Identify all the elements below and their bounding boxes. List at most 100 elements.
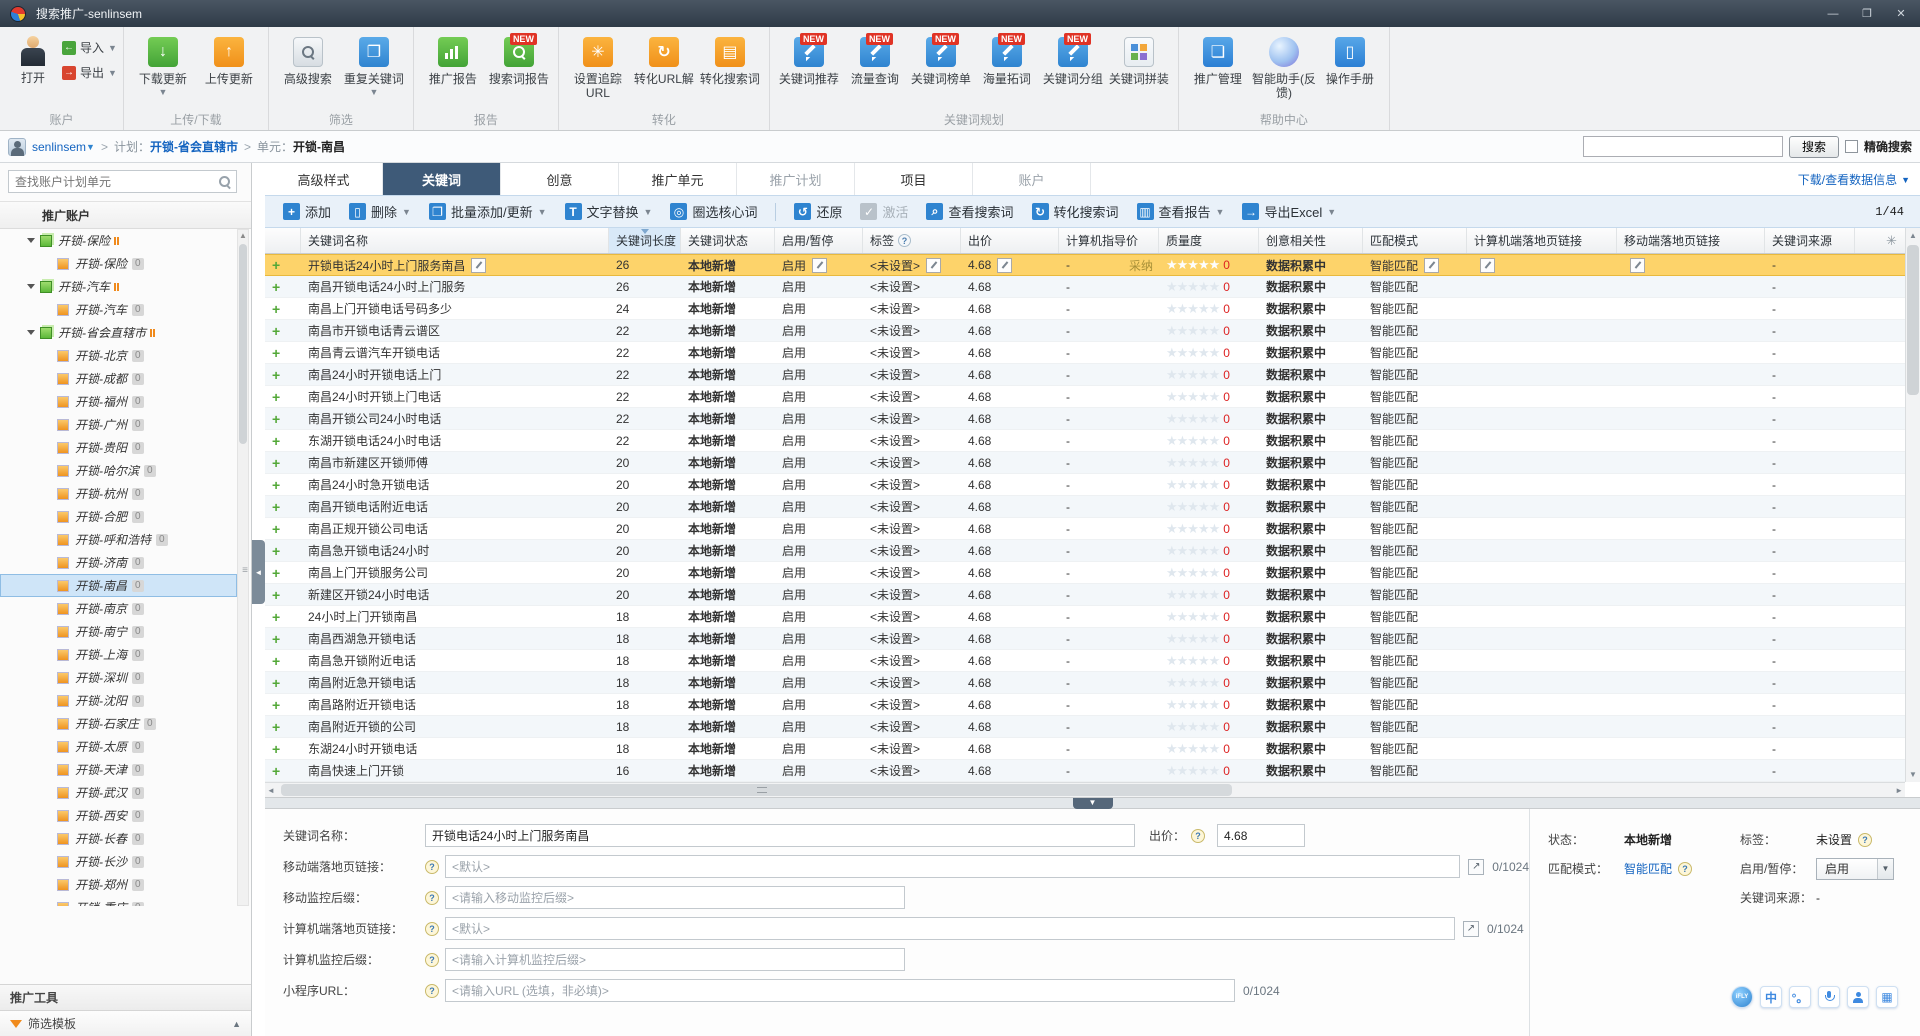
tree-unit-开锁-贵阳[interactable]: 开锁-贵阳 0 (0, 436, 237, 459)
help-icon[interactable]: ? (1191, 828, 1206, 843)
breadcrumb-account[interactable]: senlinsem (32, 140, 86, 154)
breadcrumb-plan[interactable]: 开锁-省会直辖市 (150, 138, 238, 155)
toolbar-button-查看报告[interactable]: ▥ 查看报告 ▼ (1129, 198, 1233, 225)
table-row[interactable]: +24小时上门开锁南昌 18 本地新增 启用 <未设置> 4.68 - ★★★★★ 0 数据积累中… (265, 606, 1905, 628)
table-row[interactable]: + 南昌正规开锁公司电话 20 本地新增 启用 <未设置> 4.68 - ★★★★★ 0 数据积累中… (265, 518, 1905, 540)
column-header-匹配模式[interactable]: 匹配模式 (1363, 228, 1467, 253)
add-keyword-icon[interactable]: + (272, 434, 280, 448)
table-row[interactable]: + 南昌附近开锁的公司 18 本地新增 启用 <未设置> 4.68 - ★★★★★ 0 数据积累中 智… (265, 716, 1905, 738)
column-header-创意相关性[interactable]: 创意相关性 (1259, 228, 1363, 253)
ribbon-button-关键词推荐[interactable]: NEW 关键词推荐 (776, 31, 842, 109)
table-row[interactable]: + 开锁电话24小时上门服务南昌 26 本地新增 启用 <未设置> 4.68- 采纳 ★★★★★… (265, 254, 1905, 276)
tree-unit-开锁-重庆[interactable]: 开锁-重庆 0 (0, 896, 237, 906)
tree-unit-开锁-南京[interactable]: 开锁-南京 0 (0, 597, 237, 620)
add-keyword-icon[interactable]: + (272, 632, 280, 646)
ribbon-button-设置追踪URL[interactable]: ✳ 设置追踪URL (565, 31, 631, 109)
tab-账户[interactable]: 账户 (973, 163, 1091, 195)
column-header-select[interactable] (265, 228, 301, 253)
ribbon-button-关键词拼装[interactable]: 关键词拼装 (1106, 31, 1172, 109)
add-keyword-icon[interactable]: + (272, 500, 280, 514)
tree-unit-开锁-南宁[interactable]: 开锁-南宁 0 (0, 620, 237, 643)
table-row[interactable]: + 南昌市开锁电话青云谱区 22 本地新增 启用 <未设置> 4.68 - ★★★★★ 0 数据积累… (265, 320, 1905, 342)
ribbon-button-操作手册[interactable]: ▯ 操作手册 (1317, 31, 1383, 109)
column-header-关键词状态[interactable]: 关键词状态 (681, 228, 775, 253)
column-header-标签[interactable]: 标签? (863, 228, 961, 253)
edit-bid-icon[interactable] (997, 257, 1013, 273)
toolbar-button-删除[interactable]: ▯ 删除 ▼ (341, 198, 419, 225)
help-icon[interactable]: ? (425, 952, 439, 967)
promotion-tools-bar[interactable]: 推广工具 (0, 984, 251, 1010)
scroll-left-icon[interactable]: ◄ (267, 786, 275, 795)
expand-arrow-icon[interactable] (27, 238, 35, 243)
expand-arrow-icon[interactable] (27, 330, 35, 335)
table-row[interactable]: + 南昌市新建区开锁师傅 20 本地新增 启用 <未设置> 4.68 - ★★★★★ 0 数据积累中… (265, 452, 1905, 474)
tree-unit-开锁-太原[interactable]: 开锁-太原 0 (0, 735, 237, 758)
column-header-质量度[interactable]: 质量度 (1159, 228, 1259, 253)
tab-关键词[interactable]: 关键词 (383, 163, 501, 195)
edit-pc-link-icon[interactable] (1480, 257, 1495, 273)
tree-campaign-开锁-汽车[interactable]: 开锁-汽车 (0, 275, 237, 298)
panel-splitter[interactable]: ▼ (265, 797, 1920, 809)
table-row[interactable]: + 东湖24小时开锁电话 18 本地新增 启用 <未设置> 4.68 - ★★★★★ 0 数据积累中… (265, 738, 1905, 760)
help-icon[interactable]: ? (1678, 861, 1693, 876)
scroll-thumb[interactable] (1907, 245, 1919, 395)
table-row[interactable]: + 南昌开锁电话24小时上门服务 26 本地新增 启用 <未设置> 4.68 - ★★★★★ 0 数… (265, 276, 1905, 298)
add-keyword-icon[interactable]: + (272, 258, 280, 272)
tree-unit-开锁-长沙[interactable]: 开锁-长沙 0 (0, 850, 237, 873)
table-row[interactable]: + 南昌开锁公司24小时电话 22 本地新增 启用 <未设置> 4.68 - ★★★★★ 0 数据积… (265, 408, 1905, 430)
tree-unit-开锁-哈尔滨[interactable]: 开锁-哈尔滨 0 (0, 459, 237, 482)
add-keyword-icon[interactable]: + (272, 610, 280, 624)
tree-unit-开锁-西安[interactable]: 开锁-西安 0 (0, 804, 237, 827)
tab-项目[interactable]: 项目 (855, 163, 973, 195)
bid-input[interactable] (1217, 824, 1306, 847)
column-settings-gear-icon[interactable]: ✳ (1878, 228, 1905, 253)
tree-unit-开锁-广州[interactable]: 开锁-广州 0 (0, 413, 237, 436)
open-link-icon[interactable]: ↗ (1468, 858, 1485, 875)
tree-unit-开锁-成都[interactable]: 开锁-成都 0 (0, 367, 237, 390)
help-icon[interactable]: ? (425, 921, 439, 936)
add-keyword-icon[interactable]: + (272, 368, 280, 382)
splitter-collapse-button[interactable]: ▼ (1072, 798, 1113, 809)
column-header-关键词名称[interactable]: 关键词名称 (301, 228, 609, 253)
form-input-计算机监控后缀[interactable] (445, 948, 905, 971)
table-horizontal-scrollbar[interactable]: ◄ ► (265, 782, 1905, 797)
ime-logo-icon[interactable]: iFLY (1731, 986, 1753, 1008)
table-row[interactable]: + 南昌24小时开锁上门电话 22 本地新增 启用 <未设置> 4.68 - ★★★★★ 0 数据积… (265, 386, 1905, 408)
tree-unit-开锁-沈阳[interactable]: 开锁-沈阳 0 (0, 689, 237, 712)
ribbon-button-智能助手(反馈)[interactable]: 智能助手(反馈) (1251, 31, 1317, 109)
help-icon[interactable]: ? (1858, 832, 1873, 847)
export-button[interactable]: → 导出 ▼ (62, 64, 117, 81)
column-header-启用/暂停[interactable]: 启用/暂停 (775, 228, 863, 253)
add-keyword-icon[interactable]: + (272, 390, 280, 404)
toolbar-button-文字替换[interactable]: T 文字替换 ▼ (557, 198, 661, 225)
toolbar-button-还原[interactable]: ↺ 还原 (786, 198, 850, 225)
table-row[interactable]: + 南昌上门开锁服务公司 20 本地新增 启用 <未设置> 4.68 - ★★★★★ 0 数据积累中… (265, 562, 1905, 584)
tree-unit-开锁-长春[interactable]: 开锁-长春 0 (0, 827, 237, 850)
edit-match-icon[interactable] (1424, 257, 1440, 273)
table-row[interactable]: + 南昌急开锁电话24小时 20 本地新增 启用 <未设置> 4.68 - ★★★★★ 0 数据积累… (265, 540, 1905, 562)
tab-推广单元[interactable]: 推广单元 (619, 163, 737, 195)
tree-unit-开锁-济南[interactable]: 开锁-济南 0 (0, 551, 237, 574)
sidebar-collapse-handle[interactable]: ◄ (252, 540, 265, 604)
table-row[interactable]: + 东湖开锁电话24小时电话 22 本地新增 启用 <未设置> 4.68 - ★★★★★ 0 数据积… (265, 430, 1905, 452)
add-keyword-icon[interactable]: + (272, 324, 280, 338)
global-search-input[interactable] (1582, 136, 1783, 157)
tree-resize-grip[interactable]: ≡ (242, 565, 248, 576)
form-input-移动监控后缀[interactable] (445, 886, 905, 909)
tree-unit-开锁-合肥[interactable]: 开锁-合肥 0 (0, 505, 237, 528)
tree-unit-开锁-南昌[interactable]: 开锁-南昌 0 (0, 574, 237, 597)
table-row[interactable]: + 南昌急开锁附近电话 18 本地新增 启用 <未设置> 4.68 - ★★★★★ 0 数据积累中 智… (265, 650, 1905, 672)
punctuation-icon[interactable]: °。 (1789, 986, 1811, 1008)
chinese-mode-icon[interactable]: 中 (1760, 986, 1782, 1008)
ribbon-button-搜索词报告[interactable]: NEW 搜索词报告 (486, 31, 552, 109)
tree-unit-开锁-石家庄[interactable]: 开锁-石家庄 0 (0, 712, 237, 735)
column-header-关键词长度[interactable]: 关键词长度 (609, 228, 681, 253)
ribbon-button-推广报告[interactable]: 推广报告 (420, 31, 486, 109)
column-header-计算机指导价[interactable]: 计算机指导价 (1059, 228, 1159, 253)
ribbon-button-流量查询[interactable]: NEW 流量查询 (842, 31, 908, 109)
form-input-小程序URL[interactable] (445, 979, 1235, 1002)
add-keyword-icon[interactable]: + (272, 280, 280, 294)
tree-unit-开锁-天津[interactable]: 开锁-天津 0 (0, 758, 237, 781)
scroll-right-icon[interactable]: ► (1895, 786, 1903, 795)
table-row[interactable]: + 南昌西湖急开锁电话 18 本地新增 启用 <未设置> 4.68 - ★★★★★ 0 数据积累中 智… (265, 628, 1905, 650)
